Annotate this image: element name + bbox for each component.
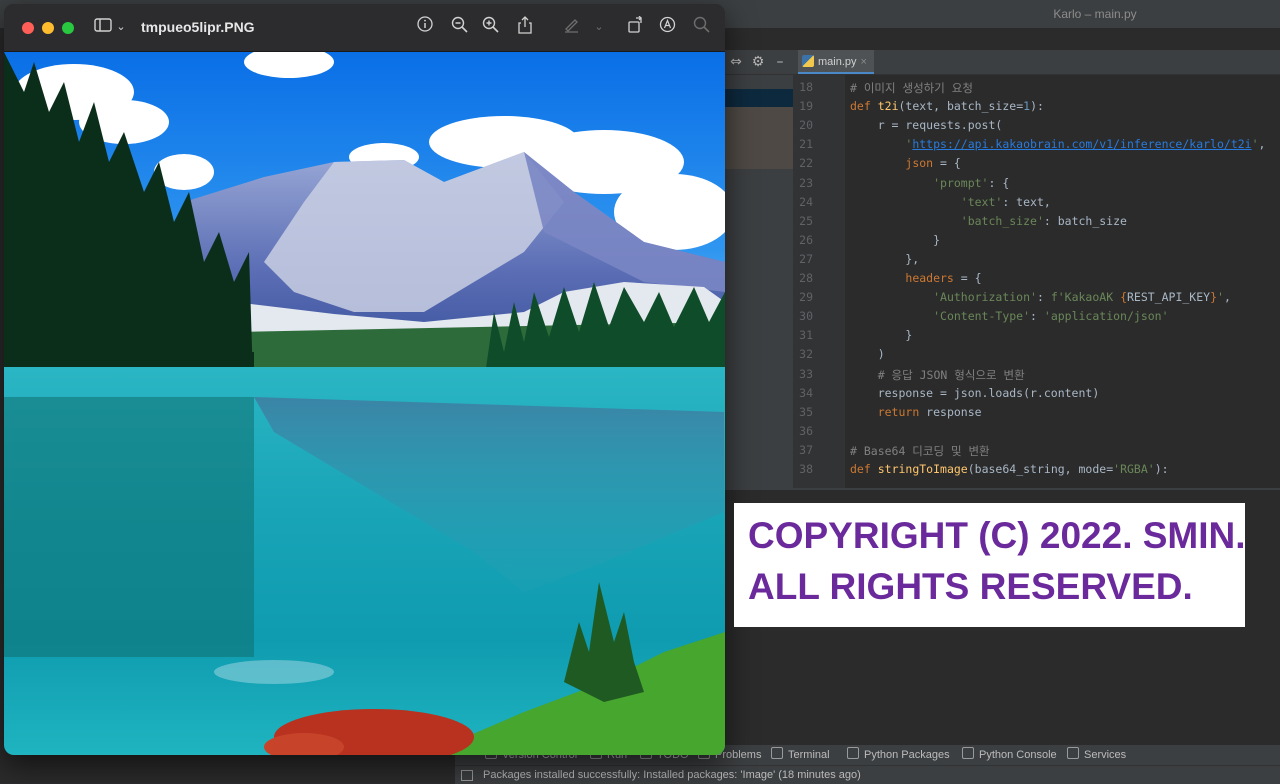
line-number: 33 bbox=[799, 366, 813, 381]
code-line[interactable]: 'prompt': { bbox=[850, 176, 1009, 190]
line-number: 27 bbox=[799, 251, 813, 266]
preview-window: ⌄ tmpueo5lipr.PNG ⌄ bbox=[4, 4, 725, 755]
document-title: tmpueo5lipr.PNG bbox=[141, 19, 255, 35]
settings-gear-icon[interactable]: ⚙ bbox=[748, 52, 768, 72]
tab-python-packages[interactable]: Python Packages bbox=[847, 745, 950, 765]
share-icon[interactable] bbox=[514, 16, 536, 38]
zoom-window-button[interactable] bbox=[62, 22, 74, 34]
line-number: 25 bbox=[799, 213, 813, 228]
code-line[interactable]: def t2i(text, batch_size=1): bbox=[850, 99, 1044, 113]
code-line[interactable]: # 응답 JSON 형식으로 변환 bbox=[850, 367, 1025, 383]
line-number: 36 bbox=[799, 423, 813, 438]
packages-icon bbox=[847, 747, 859, 759]
line-number: 30 bbox=[799, 309, 813, 324]
code-line[interactable]: # Base64 디코딩 및 변환 bbox=[850, 443, 990, 459]
close-tab-icon[interactable]: × bbox=[861, 56, 867, 68]
terminal-icon bbox=[771, 747, 783, 759]
zoom-out-icon[interactable] bbox=[448, 16, 470, 38]
chevron-down-icon[interactable]: ⌄ bbox=[114, 16, 128, 38]
project-selected-row[interactable] bbox=[725, 89, 793, 107]
line-number: 24 bbox=[799, 194, 813, 209]
status-bar: Packages installed successfully: Install… bbox=[455, 765, 1280, 784]
line-number: 38 bbox=[799, 462, 813, 476]
annotate-icon[interactable] bbox=[656, 16, 678, 38]
line-number: 37 bbox=[799, 442, 813, 457]
code-line[interactable]: 'Authorization': f'KakaoAK {REST_API_KEY… bbox=[850, 290, 1231, 304]
code-line[interactable]: response = json.loads(r.content) bbox=[850, 386, 1100, 400]
split-icon[interactable]: ⇔ bbox=[726, 52, 746, 72]
copyright-banner: COPYRIGHT (C) 2022. SMIN. ALL RIGHTS RES… bbox=[734, 503, 1246, 627]
line-number: 26 bbox=[799, 232, 813, 247]
code-line[interactable]: 'text': text, bbox=[850, 195, 1051, 209]
line-number: 35 bbox=[799, 404, 813, 419]
tab-main-py[interactable]: main.py × bbox=[798, 50, 874, 74]
line-number: 32 bbox=[799, 347, 813, 362]
line-gutter: 18 19 20 21 22 23 24 25 26 27 28 29 30 31 32 33 34 35 36 37… bbox=[793, 75, 845, 488]
line-number: 31 bbox=[799, 328, 813, 343]
line-number: 18 bbox=[799, 80, 813, 94]
code-line[interactable]: headers = { bbox=[850, 271, 981, 285]
line-number: 19 bbox=[799, 99, 813, 114]
line-number: 22 bbox=[799, 156, 813, 171]
code-line[interactable]: 'https://api.kakaobrain.com/v1/inference… bbox=[850, 137, 1265, 151]
line-number: 21 bbox=[799, 137, 813, 152]
code-line[interactable]: # 이미지 생성하기 요청 bbox=[850, 80, 973, 96]
zoom-in-icon[interactable] bbox=[479, 16, 501, 38]
code-line[interactable]: json = { bbox=[850, 156, 960, 170]
sidebar-toggle-icon[interactable] bbox=[92, 16, 114, 38]
code-line[interactable]: return response bbox=[850, 405, 982, 419]
line-number: 23 bbox=[799, 175, 813, 190]
tab-label: main.py bbox=[818, 56, 857, 68]
code-line[interactable]: r = requests.post( bbox=[850, 118, 1003, 132]
markup-chevron-down-icon[interactable]: ⌄ bbox=[592, 16, 606, 38]
search-icon[interactable] bbox=[690, 16, 712, 38]
line-number: 29 bbox=[799, 290, 813, 305]
services-icon bbox=[1067, 747, 1079, 759]
markup-pen-icon[interactable] bbox=[560, 16, 582, 38]
line-number: 34 bbox=[799, 385, 813, 400]
code-line[interactable]: def stringToImage(base64_string, mode='R… bbox=[850, 462, 1169, 476]
status-message[interactable]: Packages installed successfully: Install… bbox=[483, 766, 861, 784]
minimize-icon[interactable]: – bbox=[770, 52, 790, 72]
minimize-window-button[interactable] bbox=[42, 22, 54, 34]
preview-titlebar[interactable]: ⌄ tmpueo5lipr.PNG ⌄ bbox=[4, 4, 725, 52]
info-icon[interactable] bbox=[414, 16, 436, 38]
copyright-line-2: ALL RIGHTS RESERVED. bbox=[748, 566, 1193, 607]
copyright-line-1: COPYRIGHT (C) 2022. SMIN. bbox=[748, 515, 1246, 556]
ide-window-title: Karlo – main.py bbox=[1053, 7, 1137, 21]
project-panel bbox=[725, 75, 793, 488]
line-number: 28 bbox=[799, 271, 813, 285]
project-highlight-block bbox=[725, 107, 793, 169]
tab-python-console[interactable]: Python Console bbox=[962, 745, 1057, 765]
code-line[interactable]: 'Content-Type': 'application/json' bbox=[850, 309, 1168, 323]
code-editor[interactable]: 18 19 20 21 22 23 24 25 26 27 28 29 30 31 32 33 34 35 36 37… bbox=[793, 75, 1280, 488]
code-line[interactable]: }, bbox=[850, 252, 919, 266]
line-number: 20 bbox=[799, 118, 813, 133]
close-window-button[interactable] bbox=[22, 22, 34, 34]
status-panel-icon[interactable] bbox=[461, 770, 473, 781]
tab-services[interactable]: Services bbox=[1067, 745, 1126, 765]
code-line[interactable]: } bbox=[850, 233, 940, 247]
code-line[interactable]: 'batch_size': batch_size bbox=[850, 214, 1127, 228]
python-console-icon bbox=[962, 747, 974, 759]
code-line[interactable]: } bbox=[850, 328, 912, 342]
tab-terminal[interactable]: Terminal bbox=[771, 745, 830, 765]
python-file-icon bbox=[802, 55, 814, 67]
code-line[interactable]: ) bbox=[850, 347, 885, 361]
landscape-image bbox=[4, 52, 725, 755]
rotate-icon[interactable] bbox=[624, 15, 646, 38]
